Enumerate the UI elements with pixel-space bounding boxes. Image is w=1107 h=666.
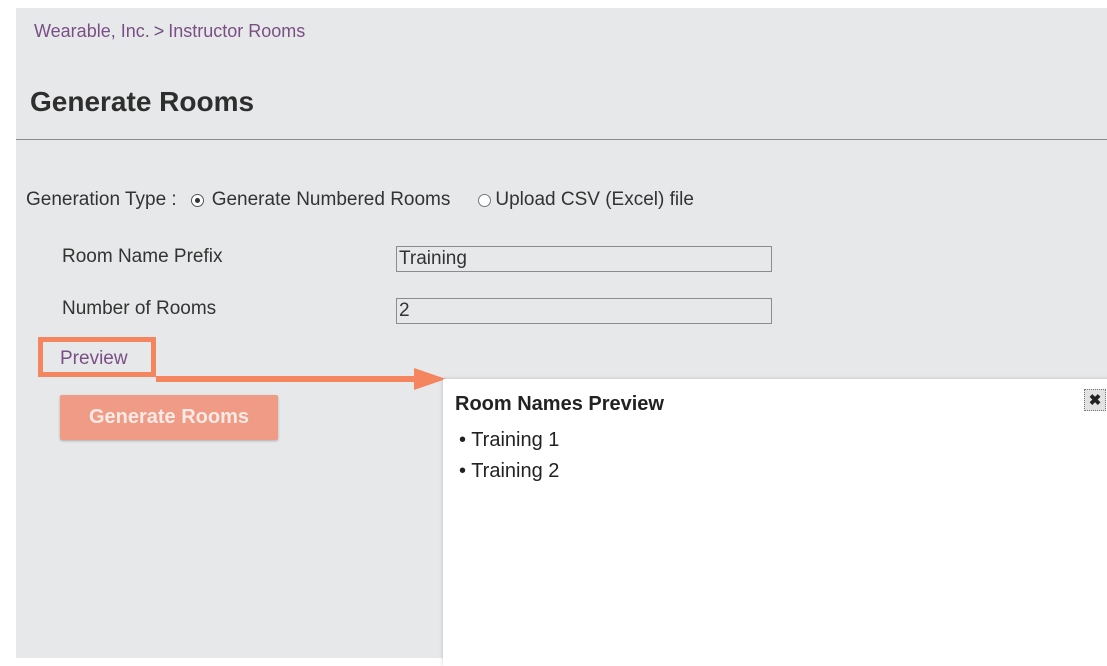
upload-csv-label[interactable]: Upload CSV (Excel) file bbox=[495, 189, 694, 211]
breadcrumb: Wearable, Inc. > Instructor Rooms bbox=[34, 21, 305, 42]
page-content: Wearable, Inc. > Instructor Rooms Generate… bbox=[16, 8, 1107, 666]
list-item: Training 2 bbox=[459, 460, 559, 483]
room-names-preview-panel: Room Names Preview ✖ Training 1 Training… bbox=[443, 379, 1107, 666]
page-title: Generate Rooms bbox=[30, 86, 255, 117]
room-prefix-label: Room Name Prefix bbox=[62, 246, 223, 267]
room-count-label: Number of Rooms bbox=[62, 298, 217, 319]
room-prefix-input[interactable] bbox=[396, 246, 772, 272]
generation-type-label: Generation Type : bbox=[26, 189, 177, 210]
upload-csv-radio[interactable] bbox=[478, 193, 492, 207]
callout-arrow bbox=[156, 368, 446, 390]
generate-numbered-label[interactable]: Generate Numbered Rooms bbox=[212, 189, 451, 211]
preview-panel-title: Room Names Preview bbox=[455, 393, 664, 415]
breadcrumb-section-link[interactable]: Instructor Rooms bbox=[168, 21, 305, 41]
breadcrumb-org-link[interactable]: Wearable, Inc. bbox=[34, 21, 150, 41]
generate-rooms-button[interactable]: Generate Rooms bbox=[60, 395, 278, 440]
preview-link[interactable]: Preview bbox=[60, 348, 128, 370]
breadcrumb-separator: > bbox=[153, 21, 165, 41]
title-divider bbox=[16, 139, 1107, 140]
list-item: Training 1 bbox=[459, 429, 559, 452]
room-count-input[interactable] bbox=[396, 298, 772, 324]
generation-type-row: Generation Type : Generate Numbered Room… bbox=[26, 189, 694, 211]
close-button[interactable]: ✖ bbox=[1084, 389, 1106, 411]
close-icon: ✖ bbox=[1088, 391, 1102, 409]
room-names-list: Training 1 Training 2 bbox=[459, 429, 559, 491]
generate-numbered-radio[interactable] bbox=[190, 193, 204, 207]
